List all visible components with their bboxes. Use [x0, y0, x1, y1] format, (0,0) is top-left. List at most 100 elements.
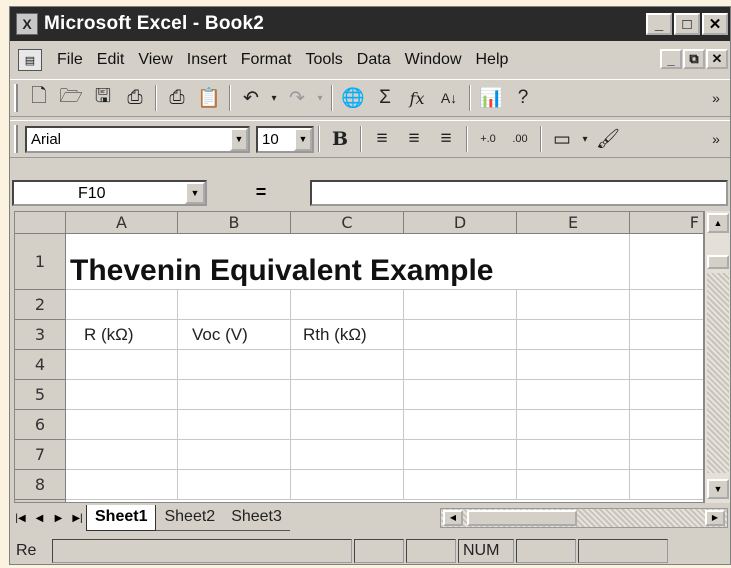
decrease-decimal-icon[interactable]: .00	[504, 124, 536, 154]
column-header-b[interactable]: B	[178, 212, 291, 234]
workbook-icon[interactable]: ▤	[18, 49, 42, 71]
name-box[interactable]: F10 ▼	[12, 180, 207, 206]
cell[interactable]	[630, 350, 703, 380]
redo-icon[interactable]: ↷	[281, 83, 313, 113]
cell[interactable]	[517, 470, 630, 500]
cell[interactable]	[630, 470, 703, 500]
font-name-select[interactable]: Arial ▼	[25, 125, 250, 153]
menu-insert[interactable]: Insert	[180, 51, 234, 69]
menu-help[interactable]: Help	[469, 51, 516, 69]
cell[interactable]	[404, 380, 517, 410]
cell[interactable]	[404, 470, 517, 500]
cell[interactable]	[630, 410, 703, 440]
save-icon[interactable]: 🖫	[87, 83, 119, 113]
tab-sheet3[interactable]: Sheet3	[223, 505, 290, 531]
row-header-9[interactable]	[15, 500, 66, 502]
cell[interactable]	[178, 380, 291, 410]
cell[interactable]	[178, 290, 291, 320]
chevron-down-icon[interactable]: ▼	[294, 127, 312, 151]
scroll-right-icon[interactable]: ▶	[705, 510, 725, 526]
cell[interactable]	[66, 350, 178, 380]
increase-decimal-icon[interactable]: +.0	[472, 124, 504, 154]
row-header-1[interactable]: 1	[15, 234, 66, 290]
cell-c3[interactable]: Rth (kΩ)	[291, 320, 404, 350]
menu-tools[interactable]: Tools	[298, 51, 349, 69]
cell[interactable]	[291, 290, 404, 320]
borders-icon[interactable]: ▭	[546, 124, 578, 154]
borders-dropdown-icon[interactable]: ▾	[578, 124, 592, 154]
cell[interactable]	[66, 470, 178, 500]
cell-a3[interactable]: R (kΩ)	[66, 320, 178, 350]
paste-icon[interactable]: 📋	[193, 83, 225, 113]
fill-color-icon[interactable]: 🖌	[592, 124, 624, 154]
cell[interactable]	[66, 410, 178, 440]
cell[interactable]	[66, 440, 178, 470]
row-header-8[interactable]: 8	[15, 470, 66, 500]
hyperlink-icon[interactable]: 🌐	[337, 83, 369, 113]
column-header-f[interactable]: F	[630, 212, 703, 234]
cell[interactable]	[404, 290, 517, 320]
bold-button[interactable]: B	[324, 124, 356, 154]
menu-window[interactable]: Window	[398, 51, 469, 69]
row-header-6[interactable]: 6	[15, 410, 66, 440]
workbook-restore-button[interactable]: ⧉	[683, 49, 705, 69]
cell[interactable]	[178, 470, 291, 500]
undo-icon[interactable]: ↶	[235, 83, 267, 113]
cell[interactable]	[178, 410, 291, 440]
column-header-c[interactable]: C	[291, 212, 404, 234]
cell[interactable]	[517, 290, 630, 320]
formula-input[interactable]	[310, 180, 728, 206]
cell[interactable]	[291, 470, 404, 500]
cell[interactable]	[404, 440, 517, 470]
print-preview-icon[interactable]: ⎙	[119, 83, 151, 113]
workbook-minimize-button[interactable]: _	[660, 49, 682, 69]
cell[interactable]	[517, 410, 630, 440]
new-icon[interactable]: 🗋	[23, 83, 55, 113]
cell[interactable]	[291, 440, 404, 470]
toolbar-options-icon[interactable]: »	[700, 124, 730, 154]
close-button[interactable]: ✕	[702, 13, 728, 35]
edit-formula-button[interactable]: =	[215, 180, 307, 206]
first-sheet-icon[interactable]: |◀	[12, 508, 29, 528]
scroll-thumb[interactable]	[467, 510, 577, 526]
column-header-a[interactable]: A	[66, 212, 178, 234]
function-icon[interactable]: fx	[401, 83, 433, 113]
print-icon[interactable]: ⎙	[161, 83, 193, 113]
select-all-button[interactable]	[15, 212, 66, 234]
column-header-e[interactable]: E	[517, 212, 630, 234]
scroll-left-icon[interactable]: ◀	[443, 510, 463, 526]
cell[interactable]	[404, 350, 517, 380]
cell[interactable]	[66, 290, 178, 320]
scroll-up-icon[interactable]: ▲	[707, 213, 729, 233]
cell[interactable]	[630, 380, 703, 410]
horizontal-scrollbar[interactable]: ◀ ▶	[440, 508, 728, 528]
maximize-button[interactable]: □	[674, 13, 700, 35]
row-header-3[interactable]: 3	[15, 320, 66, 350]
worksheet-grid[interactable]: A B C D E F 1 2 3 4 5 6 7 8 Thevenin Equ…	[14, 211, 704, 503]
workbook-close-button[interactable]: ✕	[706, 49, 728, 69]
next-sheet-icon[interactable]: ▶	[50, 508, 67, 528]
toolbar-grip[interactable]	[14, 125, 18, 153]
chevron-down-icon[interactable]: ▼	[230, 127, 248, 151]
cell[interactable]	[178, 440, 291, 470]
cell[interactable]	[291, 410, 404, 440]
toolbar-grip[interactable]	[14, 84, 18, 112]
autosum-icon[interactable]: Σ	[369, 83, 401, 113]
help-icon[interactable]: ?	[507, 83, 539, 113]
cell[interactable]	[404, 410, 517, 440]
excel-app-icon[interactable]: X	[16, 13, 38, 35]
last-sheet-icon[interactable]: ▶|	[69, 508, 86, 528]
menu-file[interactable]: File	[50, 51, 90, 69]
cell[interactable]	[291, 380, 404, 410]
undo-dropdown-icon[interactable]: ▾	[267, 83, 281, 113]
scroll-track[interactable]	[707, 273, 729, 473]
vertical-scrollbar[interactable]: ▲ ▼	[704, 211, 730, 503]
cell[interactable]	[517, 320, 630, 350]
toolbar-options-icon[interactable]: »	[700, 83, 730, 113]
cell[interactable]	[404, 320, 517, 350]
open-icon[interactable]: 🗁	[55, 83, 87, 113]
sort-ascending-icon[interactable]: A↓	[433, 83, 465, 113]
scroll-down-icon[interactable]: ▼	[707, 479, 729, 499]
cell[interactable]	[66, 380, 178, 410]
redo-dropdown-icon[interactable]: ▾	[313, 83, 327, 113]
